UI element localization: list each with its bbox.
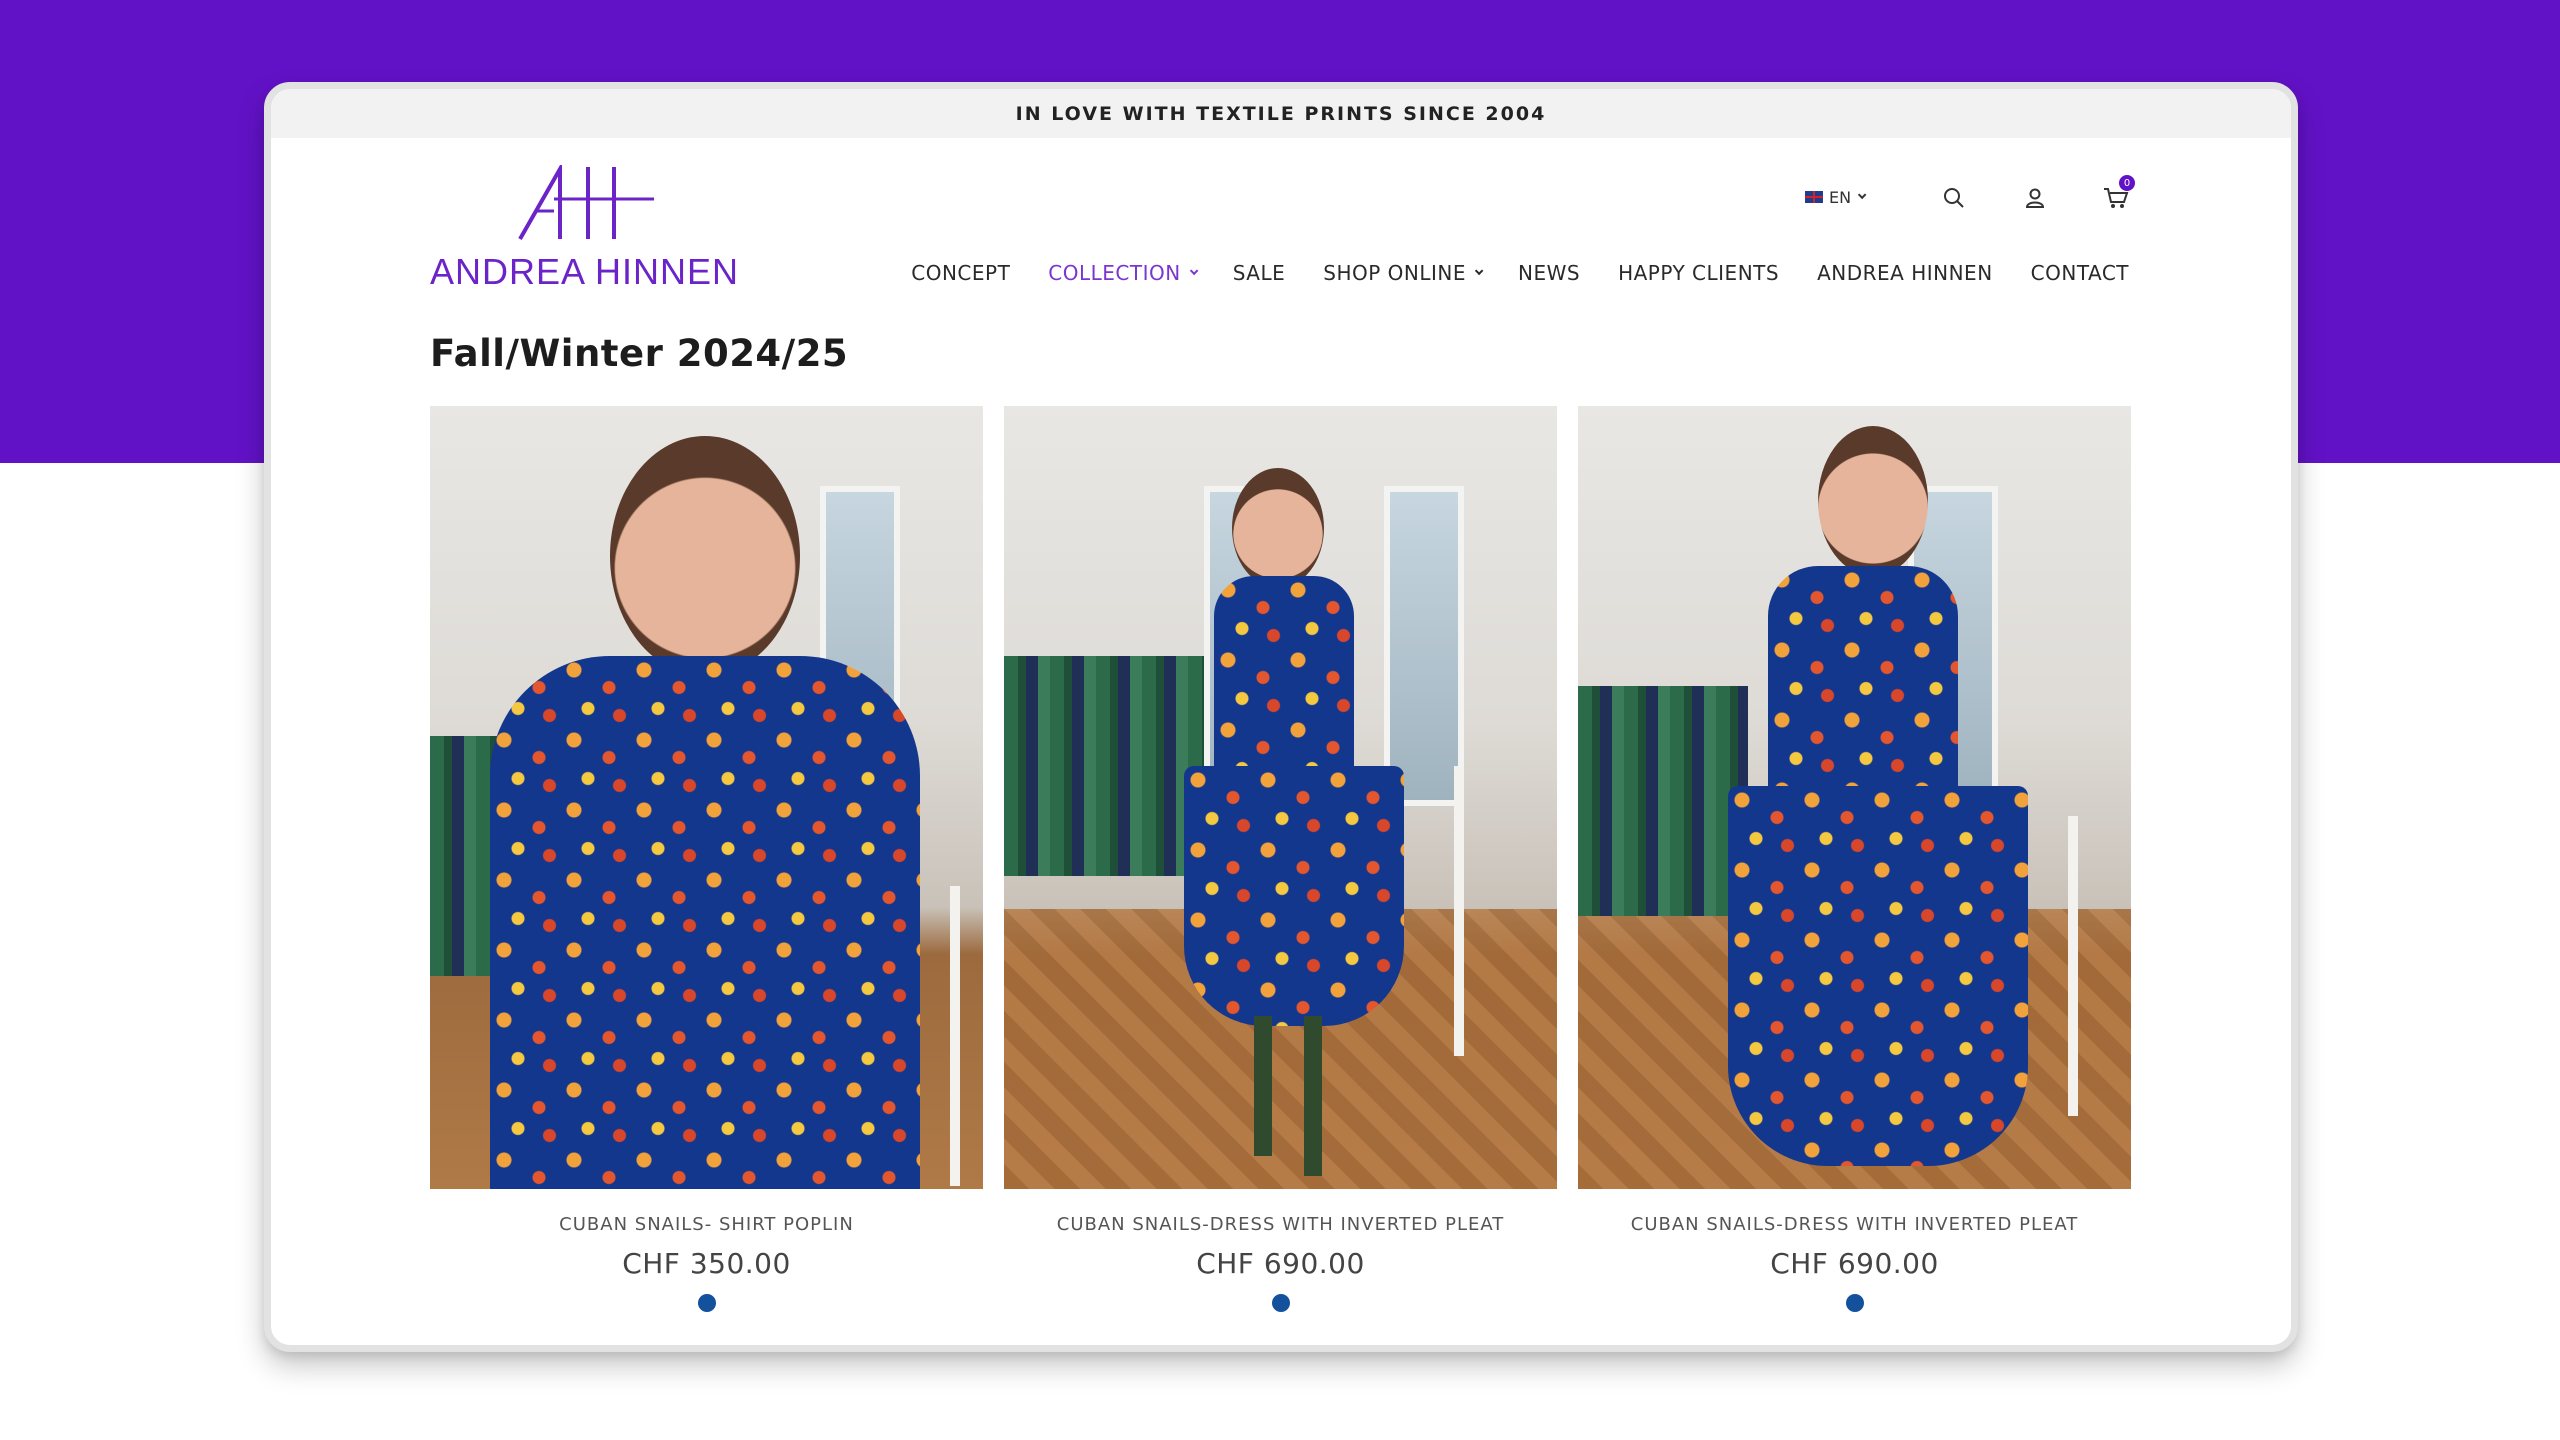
- model-head: [610, 436, 800, 676]
- search-button[interactable]: [1937, 181, 1971, 215]
- product-price: CHF 690.00: [1770, 1247, 1939, 1280]
- page-title: Fall/Winter 2024/25: [430, 332, 849, 375]
- nav-item-shop-online[interactable]: SHOP ONLINE: [1323, 261, 1484, 285]
- product-name[interactable]: CUBAN SNAILS-DRESS WITH INVERTED PLEAT: [1004, 1214, 1557, 1235]
- main-navigation: CONCEPT COLLECTION SALE SHOP ONLINE NEWS…: [911, 259, 2129, 287]
- product-card[interactable]: CUBAN SNAILS-DRESS WITH INVERTED PLEAT C…: [1004, 406, 1557, 1312]
- color-swatch[interactable]: [697, 1294, 716, 1312]
- table-decor: [950, 886, 960, 1186]
- product-image[interactable]: [430, 406, 983, 1189]
- model-leg: [1254, 1016, 1272, 1156]
- snail-print-dress-bodice: [1768, 566, 1958, 806]
- account-button[interactable]: [2018, 181, 2052, 215]
- product-price: CHF 350.00: [622, 1247, 791, 1280]
- nav-item-news[interactable]: NEWS: [1518, 261, 1580, 285]
- model-head: [1232, 468, 1324, 588]
- product-image[interactable]: [1578, 406, 2131, 1189]
- nav-label: HAPPY CLIENTS: [1618, 261, 1780, 285]
- chevron-down-icon: [1474, 266, 1484, 276]
- model-leg: [1304, 1016, 1322, 1176]
- product-card[interactable]: CUBAN SNAILS- SHIRT POPLIN CHF 350.00: [430, 406, 983, 1312]
- user-icon: [2025, 188, 2045, 208]
- nav-item-collection[interactable]: COLLECTION: [1048, 261, 1199, 285]
- cart-count-badge: 0: [2119, 175, 2135, 191]
- nav-label: CONTACT: [2030, 261, 2129, 285]
- chevron-down-icon: [1857, 190, 1867, 200]
- chevron-down-icon: [1189, 266, 1199, 276]
- nav-item-sale[interactable]: SALE: [1233, 261, 1286, 285]
- nav-label: CONCEPT: [911, 261, 1011, 285]
- language-selector[interactable]: EN: [1805, 177, 1867, 217]
- model-head: [1818, 426, 1928, 576]
- product-name[interactable]: CUBAN SNAILS- SHIRT POPLIN: [430, 1214, 983, 1235]
- nav-label: SHOP ONLINE: [1323, 261, 1466, 285]
- snail-print-dress-bodice: [1214, 576, 1354, 776]
- nav-item-happy-clients[interactable]: HAPPY CLIENTS: [1618, 261, 1779, 285]
- uk-flag-icon: [1805, 191, 1823, 203]
- window-decor: [1384, 486, 1464, 806]
- search-icon: [1944, 188, 1964, 208]
- nav-item-andrea-hinnen[interactable]: ANDREA HINNEN: [1817, 261, 1993, 285]
- product-price: CHF 690.00: [1196, 1247, 1365, 1280]
- snail-print-dress-skirt: [1728, 786, 2028, 1166]
- ah-monogram-icon: [518, 165, 654, 240]
- product-image[interactable]: [1004, 406, 1557, 1189]
- product-name[interactable]: CUBAN SNAILS-DRESS WITH INVERTED PLEAT: [1578, 1214, 2131, 1235]
- nav-label: SALE: [1232, 261, 1286, 285]
- color-swatch[interactable]: [1845, 1294, 1864, 1312]
- clothing-rack-decor: [1004, 656, 1204, 876]
- brand-logo[interactable]: ANDREA HINNEN: [430, 165, 760, 295]
- nav-label: COLLECTION: [1048, 261, 1181, 285]
- product-card[interactable]: CUBAN SNAILS-DRESS WITH INVERTED PLEAT C…: [1578, 406, 2131, 1312]
- nav-label: NEWS: [1518, 261, 1581, 285]
- language-label: EN: [1829, 187, 1852, 207]
- cart-button[interactable]: 0: [2099, 175, 2135, 215]
- table-decor: [1454, 766, 1464, 1056]
- brand-name: ANDREA HINNEN: [430, 251, 740, 292]
- nav-item-concept[interactable]: CONCEPT: [911, 261, 1010, 285]
- snail-print-dress-skirt: [1184, 766, 1404, 1026]
- announcement-text: IN LOVE WITH TEXTILE PRINTS SINCE 2004: [1015, 102, 1547, 125]
- nav-label: ANDREA HINNEN: [1817, 261, 1993, 285]
- color-swatch[interactable]: [1271, 1294, 1290, 1312]
- nav-item-contact[interactable]: CONTACT: [2031, 261, 2129, 285]
- announcement-bar: IN LOVE WITH TEXTILE PRINTS SINCE 2004: [271, 89, 2291, 138]
- clothing-rack-decor: [1578, 686, 1748, 916]
- snail-print-shirt: [490, 656, 920, 1189]
- browser-frame: IN LOVE WITH TEXTILE PRINTS SINCE 2004 A…: [264, 82, 2298, 1352]
- table-decor: [2068, 816, 2078, 1116]
